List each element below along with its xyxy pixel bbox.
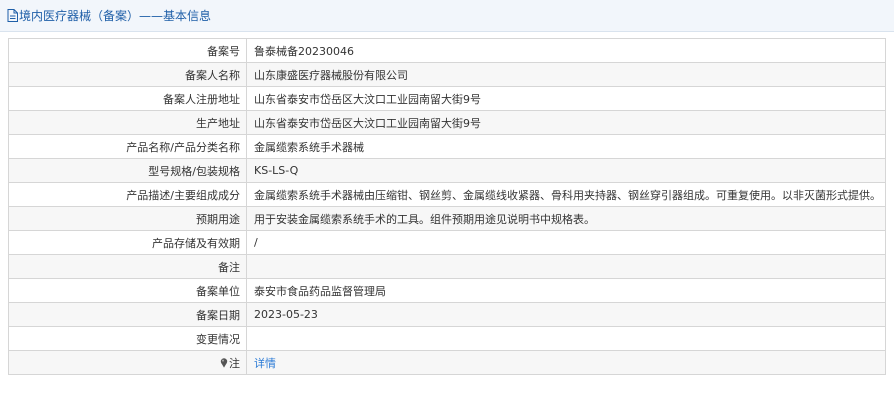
row-value-filing-date: 2023-05-23 xyxy=(246,302,886,327)
row-value-model-spec: KS-LS-Q xyxy=(246,158,886,183)
table-row: 产品名称/产品分类名称 金属缆索系统手术器械 xyxy=(8,134,886,159)
info-table-body: 备案号 鲁泰械备20230046 备案人名称 山东康盛医疗器械股份有限公司 备案… xyxy=(8,38,886,375)
table-row: 注 详情 xyxy=(8,350,886,375)
table-row: 型号规格/包装规格 KS-LS-Q xyxy=(8,158,886,183)
row-label-filer-name: 备案人名称 xyxy=(8,62,247,87)
table-row: 生产地址 山东省泰安市岱岳区大汶口工业园南留大街9号 xyxy=(8,110,886,135)
row-label-filing-number: 备案号 xyxy=(8,38,247,63)
page-header: 境内医疗器械（备案）——基本信息 xyxy=(0,0,894,32)
row-value-product-name: 金属缆索系统手术器械 xyxy=(246,134,886,159)
row-value-storage: / xyxy=(246,230,886,255)
row-label-registered-address: 备案人注册地址 xyxy=(8,86,247,111)
row-value-remarks xyxy=(246,254,886,279)
row-value-intended-use: 用于安装金属缆索系统手术的工具。组件预期用途见说明书中规格表。 xyxy=(246,206,886,231)
page-title: 境内医疗器械（备案）——基本信息 xyxy=(7,8,211,24)
row-label-description: 产品描述/主要组成成分 xyxy=(8,182,247,207)
table-row: 备案人名称 山东康盛医疗器械股份有限公司 xyxy=(8,62,886,87)
table-row: 备案号 鲁泰械备20230046 xyxy=(8,38,886,63)
note-label-text: 注 xyxy=(229,356,240,370)
row-label-intended-use: 预期用途 xyxy=(8,206,247,231)
table-row: 备案单位 泰安市食品药品监督管理局 xyxy=(8,278,886,303)
row-label-change-status: 变更情况 xyxy=(8,326,247,351)
pin-icon xyxy=(220,357,228,368)
row-value-description: 金属缆索系统手术器械由压缩钳、钢丝剪、金属缆线收紧器、骨科用夹持器、钢丝穿引器组… xyxy=(246,182,886,207)
row-value-change-status xyxy=(246,326,886,351)
row-label-model-spec: 型号规格/包装规格 xyxy=(8,158,247,183)
row-label-storage: 产品存储及有效期 xyxy=(8,230,247,255)
row-label-filing-unit: 备案单位 xyxy=(8,278,247,303)
row-label-remarks: 备注 xyxy=(8,254,247,279)
details-link[interactable]: 详情 xyxy=(254,357,276,370)
table-row: 备案人注册地址 山东省泰安市岱岳区大汶口工业园南留大街9号 xyxy=(8,86,886,111)
page-title-text: 境内医疗器械（备案）——基本信息 xyxy=(19,9,212,23)
row-label-note: 注 xyxy=(8,350,247,375)
row-value-filing-number: 鲁泰械备20230046 xyxy=(246,38,886,63)
table-row: 备注 xyxy=(8,254,886,279)
row-value-registered-address: 山东省泰安市岱岳区大汶口工业园南留大街9号 xyxy=(246,86,886,111)
info-table: 备案号 鲁泰械备20230046 备案人名称 山东康盛医疗器械股份有限公司 备案… xyxy=(8,38,886,375)
row-value-filing-unit: 泰安市食品药品监督管理局 xyxy=(246,278,886,303)
row-label-filing-date: 备案日期 xyxy=(8,302,247,327)
row-value-production-address: 山东省泰安市岱岳区大汶口工业园南留大街9号 xyxy=(246,110,886,135)
row-label-production-address: 生产地址 xyxy=(8,110,247,135)
table-row: 产品存储及有效期 / xyxy=(8,230,886,255)
row-value-note: 详情 xyxy=(246,350,886,375)
table-row: 变更情况 xyxy=(8,326,886,351)
table-row: 预期用途 用于安装金属缆索系统手术的工具。组件预期用途见说明书中规格表。 xyxy=(8,206,886,231)
table-row: 备案日期 2023-05-23 xyxy=(8,302,886,327)
table-row: 产品描述/主要组成成分 金属缆索系统手术器械由压缩钳、钢丝剪、金属缆线收紧器、骨… xyxy=(8,182,886,207)
document-icon xyxy=(7,9,18,22)
row-value-filer-name: 山东康盛医疗器械股份有限公司 xyxy=(246,62,886,87)
row-label-product-name: 产品名称/产品分类名称 xyxy=(8,134,247,159)
